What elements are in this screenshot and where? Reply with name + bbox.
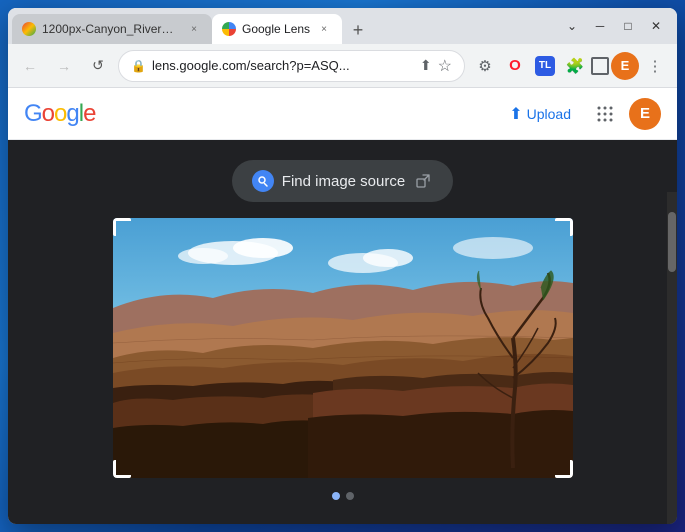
- forward-button[interactable]: →: [50, 52, 78, 80]
- url-text: lens.google.com/search?p=ASQ...: [152, 58, 414, 73]
- google-logo: Google: [24, 100, 95, 128]
- back-button[interactable]: ←: [16, 52, 44, 80]
- menu-icon[interactable]: ⋮: [641, 52, 669, 80]
- logo-g2: g: [66, 100, 78, 127]
- find-source-label: Find image source: [282, 173, 405, 190]
- tabs-area: 1200px-Canyon_River_T... × Google Lens ×…: [8, 8, 551, 44]
- share-icon: ⬆: [420, 57, 432, 74]
- tab-title-canyon: 1200px-Canyon_River_T...: [42, 22, 180, 36]
- profile-button[interactable]: E: [611, 52, 639, 80]
- google-header: Google ⬆ Upload: [8, 88, 677, 140]
- main-content: Find image source: [8, 140, 677, 524]
- corner-marker-tl: [113, 218, 131, 236]
- tl-extension-icon[interactable]: TL: [531, 52, 559, 80]
- tab-close-canyon[interactable]: ×: [186, 21, 202, 37]
- new-tab-button[interactable]: +: [344, 16, 372, 44]
- logo-e: e: [83, 100, 95, 127]
- reload-button[interactable]: ↺: [84, 52, 112, 80]
- corner-marker-bl: [113, 460, 131, 478]
- canyon-svg: [113, 218, 573, 478]
- page-dot-1[interactable]: [332, 492, 340, 500]
- apps-icon[interactable]: [589, 98, 621, 130]
- logo-o1: o: [42, 100, 54, 127]
- tab-canyon[interactable]: 1200px-Canyon_River_T... ×: [12, 14, 212, 44]
- toolbar: ← → ↺ 🔒 lens.google.com/search?p=ASQ... …: [8, 44, 677, 88]
- logo-o2: o: [54, 100, 66, 127]
- chevron-down-icon[interactable]: ⌄: [559, 13, 585, 39]
- logo-g: G: [24, 100, 42, 127]
- find-image-source-button[interactable]: Find image source: [232, 160, 453, 202]
- page-dots: [332, 492, 354, 500]
- profile-rectangle-icon[interactable]: [591, 57, 609, 75]
- image-container: [113, 218, 573, 478]
- lock-icon: 🔒: [131, 59, 146, 73]
- browser-window: 1200px-Canyon_River_T... × Google Lens ×…: [8, 8, 677, 524]
- tab-title-lens: Google Lens: [242, 22, 310, 36]
- tab-google-lens[interactable]: Google Lens ×: [212, 14, 342, 44]
- header-actions: ⬆ Upload E: [499, 98, 661, 130]
- external-link-icon: [413, 171, 433, 191]
- address-bar[interactable]: 🔒 lens.google.com/search?p=ASQ... ⬆ ☆: [118, 50, 465, 82]
- extensions-icon[interactable]: 🧩: [561, 52, 589, 80]
- scrollbar[interactable]: [667, 192, 677, 524]
- restore-button[interactable]: □: [615, 13, 641, 39]
- toolbar-icons: ⚙ O TL 🧩 E ⋮: [471, 52, 669, 80]
- canyon-image: [113, 218, 573, 478]
- upload-label: Upload: [527, 106, 571, 122]
- tab-close-lens[interactable]: ×: [316, 21, 332, 37]
- tab-favicon-lens: [222, 22, 236, 36]
- corner-marker-br: [555, 460, 573, 478]
- opera-icon[interactable]: O: [501, 52, 529, 80]
- upload-button[interactable]: ⬆ Upload: [499, 98, 581, 130]
- lens-icon: [252, 170, 274, 192]
- upload-icon: ⬆: [509, 104, 522, 124]
- bookmark-icon[interactable]: ☆: [438, 56, 452, 76]
- close-button[interactable]: ✕: [643, 13, 669, 39]
- page-dot-2[interactable]: [346, 492, 354, 500]
- window-controls: ⌄ ─ □ ✕: [551, 8, 677, 44]
- header-profile-avatar[interactable]: E: [629, 98, 661, 130]
- titlebar: 1200px-Canyon_River_T... × Google Lens ×…: [8, 8, 677, 44]
- corner-marker-tr: [555, 218, 573, 236]
- minimize-button[interactable]: ─: [587, 13, 613, 39]
- scrollbar-thumb[interactable]: [668, 212, 676, 272]
- settings-icon[interactable]: ⚙: [471, 52, 499, 80]
- tab-favicon-canyon: [22, 22, 36, 36]
- tl-badge: TL: [535, 56, 555, 76]
- grid-icon-svg: [596, 105, 614, 123]
